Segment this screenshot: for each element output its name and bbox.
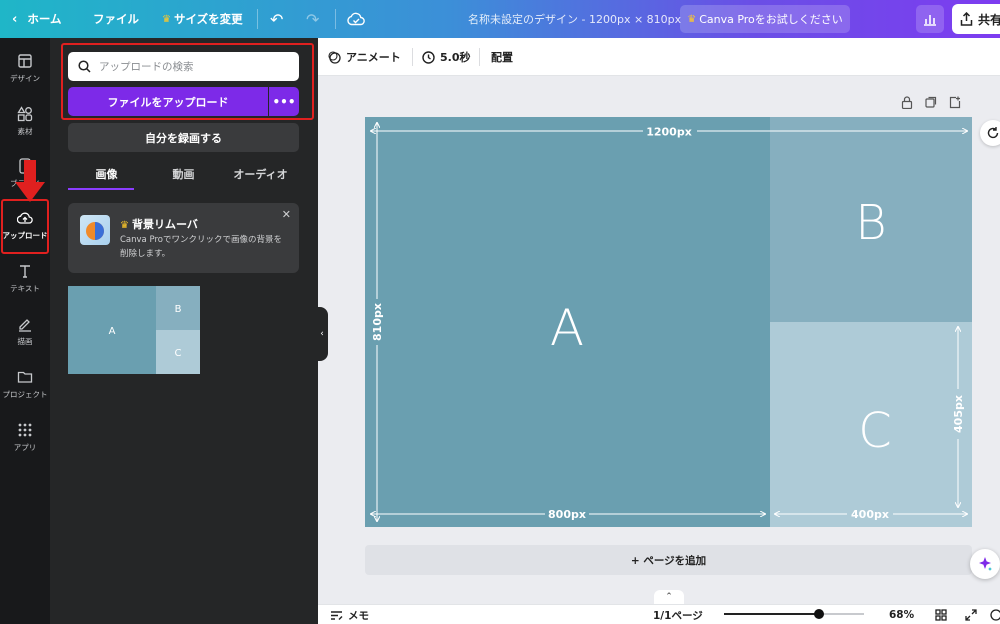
width-a-label: 800px bbox=[548, 508, 586, 521]
zoom-slider[interactable] bbox=[724, 609, 864, 619]
insights-button[interactable] bbox=[916, 5, 944, 33]
chevron-left-icon: ‹ bbox=[12, 11, 18, 27]
divider bbox=[412, 48, 413, 66]
file-menu-button[interactable]: ファイル bbox=[93, 0, 139, 38]
lock-icon[interactable] bbox=[901, 96, 913, 109]
upload-panel: ファイルをアップロード ••• 自分を録画する 画像 動画 オーディオ ♛背景リ… bbox=[50, 38, 318, 624]
promo-image bbox=[80, 215, 110, 245]
top-bar: ‹ ホーム ファイル ♛ サイズを変更 ↶ ↷ 名称未設定のデザイン - 120… bbox=[0, 0, 1000, 38]
help-icon[interactable] bbox=[990, 605, 1000, 624]
add-page-button[interactable]: + ページを追加 bbox=[365, 545, 972, 575]
position-button[interactable]: 配置 bbox=[491, 38, 513, 76]
folder-icon bbox=[17, 371, 33, 383]
redo-icon[interactable]: ↷ bbox=[306, 0, 319, 38]
thumb-label-c: C bbox=[175, 348, 182, 359]
rail-item-elements[interactable]: 素材 bbox=[0, 95, 50, 147]
undo-icon[interactable]: ↶ bbox=[270, 0, 283, 38]
crown-icon: ♛ bbox=[120, 220, 129, 231]
text-icon bbox=[20, 264, 30, 278]
red-arrow-down-icon bbox=[15, 160, 45, 202]
divider bbox=[257, 9, 258, 29]
duration-button[interactable]: 5.0秒 bbox=[422, 38, 471, 76]
home-button[interactable]: ‹ ホーム bbox=[12, 0, 62, 38]
block-b-label: B bbox=[855, 195, 886, 251]
block-a-label: A bbox=[550, 299, 584, 357]
try-pro-button[interactable]: ♛ Canva Proをお試しください bbox=[680, 5, 850, 33]
background-remover-promo[interactable]: ♛ 背景リムーバ Canva Proでワンクリックで画像の背景を削除します。 ✕ bbox=[68, 203, 299, 273]
grid-view-icon[interactable] bbox=[935, 605, 947, 624]
refresh-icon bbox=[987, 127, 999, 139]
promo-description: Canva Proでワンクリックで画像の背景を削除します。 bbox=[120, 235, 282, 259]
tab-videos[interactable]: 動画 bbox=[145, 162, 222, 190]
rail-item-projects[interactable]: プロジェクト bbox=[0, 358, 50, 410]
width-c-label: 400px bbox=[851, 508, 889, 521]
height-c-label: 405px bbox=[952, 395, 965, 433]
fullscreen-icon[interactable] bbox=[965, 605, 977, 624]
design-canvas[interactable]: A B C 1200px 810px 800px 400px 405px bbox=[365, 117, 972, 527]
apps-icon bbox=[18, 423, 32, 436]
divider bbox=[335, 9, 336, 29]
rail-item-apps[interactable]: アプリ bbox=[0, 411, 50, 463]
collapse-panel-button[interactable]: ‹ bbox=[316, 307, 328, 361]
height-total-label: 810px bbox=[371, 303, 384, 341]
zoom-level[interactable]: 68% bbox=[889, 605, 914, 624]
chevron-up-icon[interactable]: ⌃ bbox=[654, 590, 684, 604]
animate-button[interactable]: アニメート bbox=[328, 38, 401, 76]
animate-icon bbox=[328, 50, 341, 64]
draw-icon bbox=[19, 318, 31, 332]
refresh-comment-button[interactable] bbox=[980, 120, 1000, 146]
sparkle-icon bbox=[979, 557, 992, 571]
media-tabs: 画像 動画 オーディオ bbox=[68, 162, 299, 190]
add-page-icon[interactable] bbox=[949, 96, 961, 109]
duplicate-icon[interactable] bbox=[925, 96, 937, 109]
crown-icon: ♛ bbox=[687, 13, 697, 25]
crown-icon: ♛ bbox=[162, 13, 171, 25]
upload-area-highlight-box bbox=[61, 43, 314, 120]
bottom-bar: メモ 1/1ページ 68% bbox=[318, 604, 1000, 624]
share-button[interactable]: 共有 bbox=[952, 4, 1000, 34]
resize-button[interactable]: ♛ サイズを変更 bbox=[162, 0, 243, 38]
page-actions bbox=[901, 96, 961, 109]
divider bbox=[479, 48, 480, 66]
cloud-save-icon[interactable] bbox=[347, 0, 365, 38]
rail-item-text[interactable]: テキスト bbox=[0, 252, 50, 304]
bar-chart-icon bbox=[924, 14, 936, 26]
share-icon bbox=[960, 12, 973, 26]
layout-icon bbox=[18, 53, 32, 68]
uploaded-image-thumbnail[interactable]: A B C bbox=[68, 286, 200, 374]
active-tab-indicator bbox=[68, 188, 134, 190]
notes-button[interactable]: メモ bbox=[330, 605, 369, 624]
home-label: ホーム bbox=[27, 12, 62, 26]
side-rail: デザイン 素材 ブランド アップロード テキスト 描画 プロジェクト アプリ bbox=[0, 38, 50, 624]
tab-audio[interactable]: オーディオ bbox=[222, 162, 299, 190]
shapes-icon bbox=[17, 105, 33, 121]
document-title[interactable]: 名称未設定のデザイン - 1200px × 810px bbox=[468, 0, 681, 38]
magic-assistant-button[interactable] bbox=[970, 549, 1000, 579]
promo-title: ♛ 背景リムーバ bbox=[120, 218, 198, 231]
zoom-slider-fill bbox=[724, 613, 820, 615]
page-indicator[interactable]: 1/1ページ bbox=[653, 605, 703, 624]
thumb-label-b: B bbox=[175, 304, 182, 315]
tab-images[interactable]: 画像 bbox=[68, 162, 145, 190]
clock-icon bbox=[422, 50, 435, 64]
close-icon[interactable]: ✕ bbox=[282, 208, 291, 221]
editor-toolbar: アニメート 5.0秒 配置 bbox=[318, 38, 1000, 76]
block-c-label: C bbox=[858, 403, 892, 459]
record-yourself-button[interactable]: 自分を録画する bbox=[68, 123, 299, 152]
width-total-label: 1200px bbox=[646, 126, 692, 139]
upload-highlight-box bbox=[1, 199, 49, 254]
notes-icon bbox=[331, 610, 343, 620]
rail-item-draw[interactable]: 描画 bbox=[0, 305, 50, 357]
thumb-label-a: A bbox=[109, 326, 116, 337]
rail-item-design[interactable]: デザイン bbox=[0, 42, 50, 94]
